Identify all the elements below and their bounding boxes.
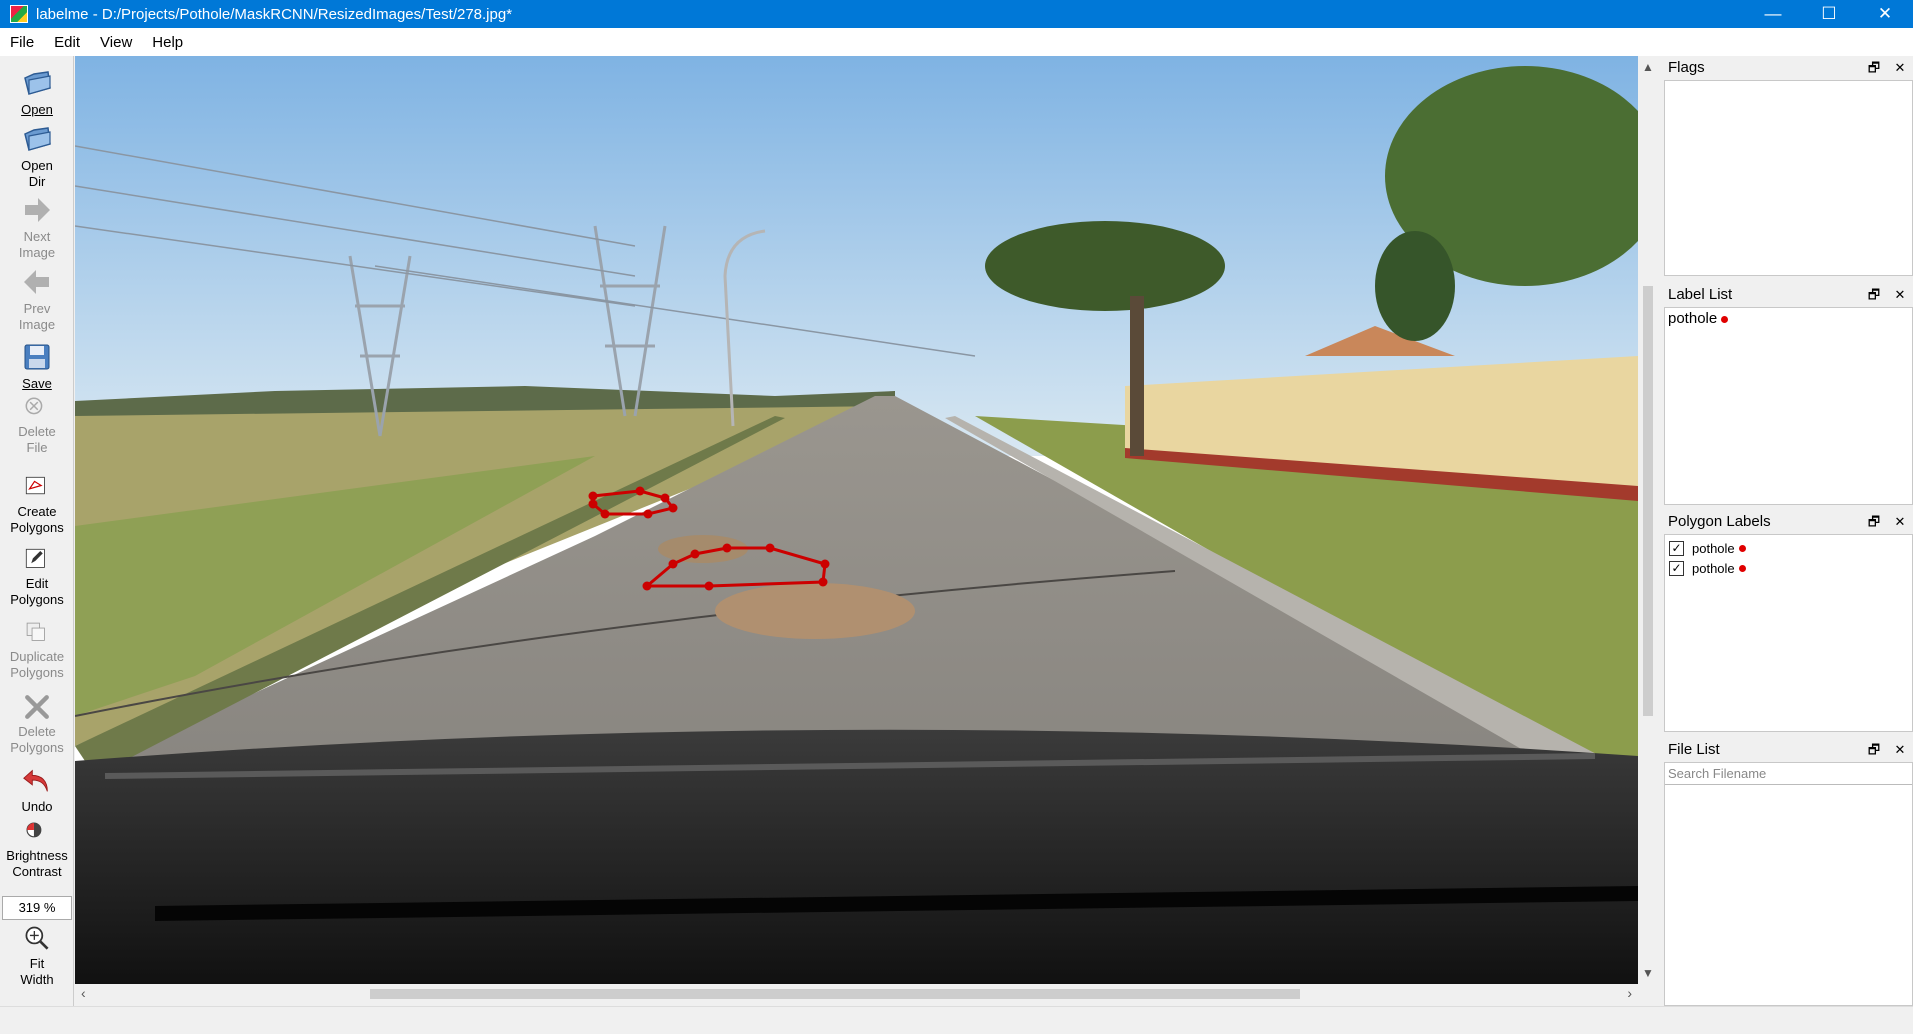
window-controls: — ☐ ✕ xyxy=(1745,0,1913,28)
horizontal-scrollbar[interactable]: ‹ › xyxy=(75,984,1638,1004)
magnifier-icon xyxy=(25,926,49,950)
close-dock-icon[interactable]: ✕ xyxy=(1887,510,1913,534)
polygon-labels-dock: Polygon Labels 🗗 ✕ ✓ pothole ✓ pothole xyxy=(1664,510,1913,732)
floppy-disk-icon xyxy=(24,344,50,370)
minimize-button[interactable]: — xyxy=(1745,0,1801,28)
menu-bar: File Edit View Help xyxy=(0,28,1913,56)
close-dock-icon[interactable]: ✕ xyxy=(1887,56,1913,80)
label-list-dock-title: Label List xyxy=(1668,286,1733,303)
vertical-scroll-thumb[interactable] xyxy=(1643,286,1653,716)
labelme-app-icon xyxy=(10,5,28,23)
fit-width-button[interactable]: Fit Width xyxy=(0,924,74,988)
arrow-left-icon xyxy=(24,270,49,294)
float-dock-icon[interactable]: 🗗 xyxy=(1861,510,1887,534)
scroll-right-icon[interactable]: › xyxy=(1627,985,1632,1001)
polygon-create-icon xyxy=(25,476,45,495)
delete-file-button[interactable]: Delete File xyxy=(0,396,74,456)
brightness-contrast-button[interactable]: Brightness Contrast xyxy=(0,820,74,880)
polygon-labels-list: ✓ pothole ✓ pothole xyxy=(1664,534,1913,732)
list-item[interactable]: ✓ pothole xyxy=(1665,538,1912,558)
scroll-left-icon[interactable]: ‹ xyxy=(81,985,86,1001)
window-title: labelme - D:/Projects/Pothole/MaskRCNN/R… xyxy=(36,5,513,23)
label-list-dock: Label List 🗗 ✕ pothole xyxy=(1664,283,1913,505)
label-list: pothole xyxy=(1664,307,1913,505)
edit-pencil-icon xyxy=(25,548,45,568)
copy-icon xyxy=(26,622,45,641)
menu-help[interactable]: Help xyxy=(142,34,193,51)
search-filename-input[interactable]: Search Filename xyxy=(1665,763,1912,785)
visibility-checkbox[interactable]: ✓ xyxy=(1669,540,1684,556)
visibility-checkbox[interactable]: ✓ xyxy=(1669,560,1684,576)
close-dock-icon[interactable]: ✕ xyxy=(1887,283,1913,307)
float-dock-icon[interactable]: 🗗 xyxy=(1861,738,1887,762)
vertical-scrollbar[interactable]: ▲ ▼ xyxy=(1638,56,1658,984)
menu-view[interactable]: View xyxy=(90,34,142,51)
label-color-dot xyxy=(1721,315,1729,323)
road-photo xyxy=(75,56,1638,984)
flags-dock: Flags 🗗 ✕ xyxy=(1664,56,1913,276)
list-item[interactable]: ✓ pothole xyxy=(1665,558,1912,578)
cross-icon xyxy=(25,695,49,719)
label-color-dot xyxy=(1738,544,1746,552)
polygon-labels-dock-title: Polygon Labels xyxy=(1668,513,1771,530)
status-bar xyxy=(0,1006,1913,1034)
menu-file[interactable]: File xyxy=(0,34,44,51)
flags-list[interactable] xyxy=(1664,80,1913,276)
maximize-button[interactable]: ☐ xyxy=(1801,0,1857,28)
left-toolbar: Open Open Dir Next Image Prev Image Save xyxy=(0,56,74,1006)
create-polygons-button[interactable]: Create Polygons xyxy=(0,474,74,536)
brightness-contrast-icon xyxy=(26,822,42,838)
folder-open-icon xyxy=(24,127,51,151)
close-window-button[interactable]: ✕ xyxy=(1857,0,1913,28)
next-image-button[interactable]: Next Image xyxy=(0,193,74,261)
image-canvas[interactable] xyxy=(75,56,1638,984)
edit-polygons-button[interactable]: Edit Polygons xyxy=(0,546,74,608)
delete-circle-icon xyxy=(25,397,43,415)
label-color-dot xyxy=(1738,564,1746,572)
menu-edit[interactable]: Edit xyxy=(44,34,90,51)
save-button[interactable]: Save xyxy=(0,340,74,392)
zoom-level-input[interactable]: 319 % xyxy=(2,896,72,920)
file-list: Search Filename xyxy=(1664,762,1913,1006)
open-dir-button[interactable]: Open Dir xyxy=(0,122,74,190)
float-dock-icon[interactable]: 🗗 xyxy=(1861,283,1887,307)
horizontal-scroll-thumb[interactable] xyxy=(370,989,1300,999)
close-dock-icon[interactable]: ✕ xyxy=(1887,738,1913,762)
duplicate-polygons-button[interactable]: Duplicate Polygons xyxy=(0,619,74,681)
delete-polygons-button[interactable]: Delete Polygons xyxy=(0,692,74,756)
undo-arrow-icon xyxy=(23,769,48,792)
label-list-item[interactable]: pothole xyxy=(1665,308,1912,329)
flags-dock-title: Flags xyxy=(1668,59,1705,76)
float-dock-icon[interactable]: 🗗 xyxy=(1861,56,1887,80)
scroll-up-icon[interactable]: ▲ xyxy=(1638,60,1658,74)
file-list-dock-title: File List xyxy=(1668,741,1720,758)
file-list-dock: File List 🗗 ✕ Search Filename xyxy=(1664,738,1913,1006)
arrow-right-icon xyxy=(25,198,50,222)
title-bar: labelme - D:/Projects/Pothole/MaskRCNN/R… xyxy=(0,0,1913,28)
undo-button[interactable]: Undo xyxy=(0,765,74,815)
scroll-down-icon[interactable]: ▼ xyxy=(1638,966,1658,980)
open-button[interactable]: Open xyxy=(0,66,74,118)
folder-open-icon xyxy=(24,71,51,95)
prev-image-button[interactable]: Prev Image xyxy=(0,265,74,333)
